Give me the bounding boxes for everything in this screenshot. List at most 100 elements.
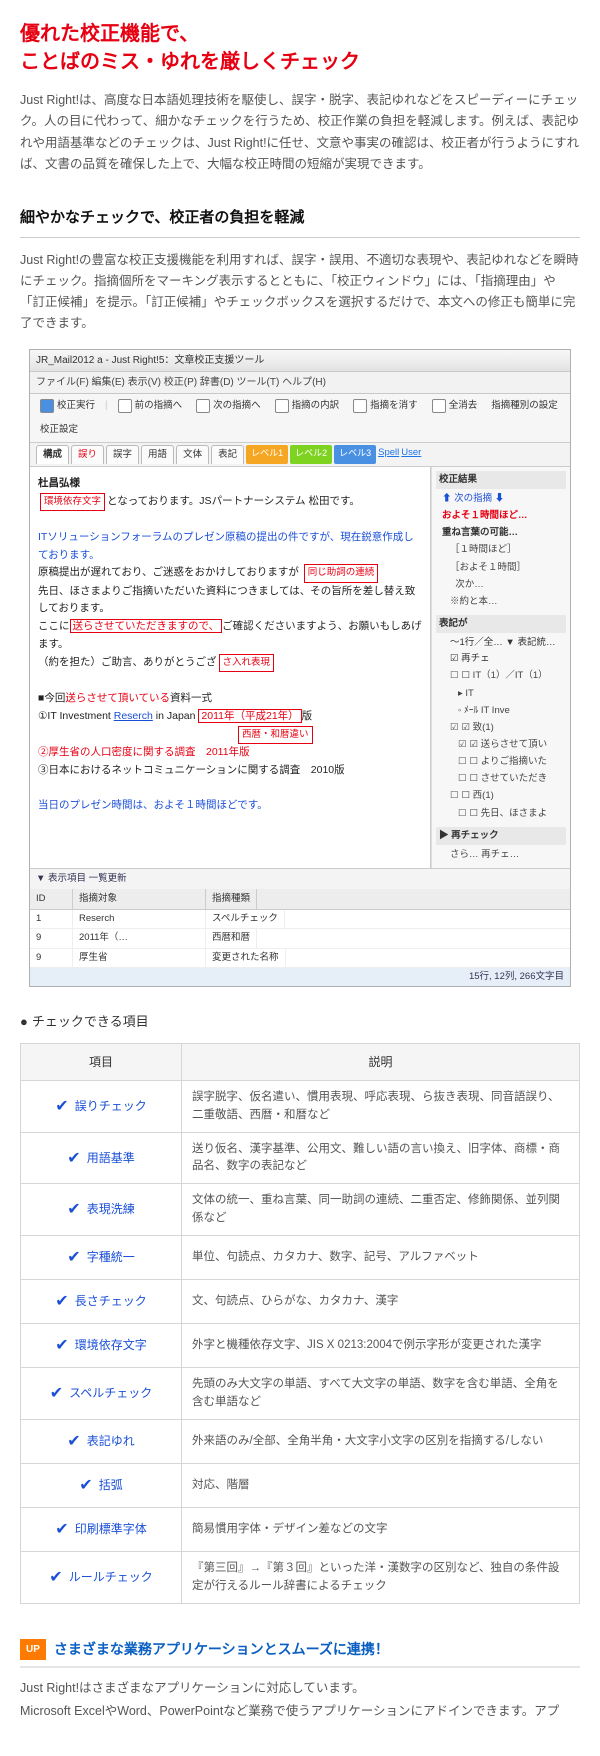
rank-button[interactable]: 指摘種別の設定 — [487, 397, 562, 415]
tab-typo[interactable]: 誤字 — [106, 445, 139, 464]
menu-bar[interactable]: ファイル(F) 編集(E) 表示(V) 校正(P) 辞書(D) ツール(T) ヘ… — [30, 372, 570, 394]
level3-badge[interactable]: レベル3 — [334, 445, 376, 464]
next-button[interactable]: 次の指摘へ — [192, 397, 265, 415]
table-row: ✔ 環境依存文字 外字と機種依存文字、JIS X 0213:2004で例示字形が変更… — [21, 1324, 580, 1368]
tab-error[interactable]: 誤り — [71, 445, 104, 464]
delete-all-button[interactable]: 全消去 — [428, 397, 482, 415]
table-row: ✔ 括弧 対応、階層 — [21, 1464, 580, 1508]
up-badge: UP — [20, 1639, 46, 1660]
doc-forum-line: ITソリューションフォーラムのプレゼン原稿の提出の件ですが、現在鋭意作成しており… — [38, 531, 414, 561]
status-bar: 15行, 12列, 266文字目 — [30, 968, 570, 986]
col-header-desc: 説明 — [182, 1043, 580, 1080]
col-header-item: 項目 — [21, 1043, 182, 1080]
check-icon: ✔ — [67, 1433, 80, 1450]
arrow-down-icon — [196, 399, 210, 413]
callout-same-particle: 同じ助詞の連続 — [304, 564, 379, 582]
item-label: ルールチェック — [69, 1570, 153, 1584]
item-label: 括弧 — [99, 1478, 123, 1492]
level2-badge[interactable]: レベル2 — [290, 445, 332, 464]
headline-line1: 優れた校正機能で、 — [20, 23, 199, 45]
item-desc: 文体の統一、重ね言葉、同一助詞の連続、二重否定、修飾関係、並列関係など — [182, 1184, 580, 1236]
callout-env: 環境依存文字 — [40, 493, 105, 511]
document-pane: 杜昌弘様 環境依存文字となっております。JSパートナーシステム 松田です。 IT… — [30, 467, 431, 868]
callout-era: 西暦・和暦違い — [238, 726, 313, 744]
section-heading-1: 細やかなチェックで、校正者の負担を軽減 — [20, 205, 580, 238]
side-nav[interactable]: ⬆ 次の指摘 ⬇ — [436, 491, 566, 508]
tab-structure[interactable]: 構成 — [36, 445, 69, 464]
item-label: 用語基準 — [87, 1150, 135, 1164]
item-desc: 文、句読点、ひらがな、カタカナ、漢字 — [182, 1280, 580, 1324]
item-desc: 外来語のみ/全部、全角半角・大文字小文字の区別を指摘する/しない — [182, 1419, 580, 1463]
item-label: 字種統一 — [87, 1250, 135, 1264]
detail-button[interactable]: 指摘の内訳 — [271, 397, 344, 415]
table-row: ✔表記ゆれ外来語のみ/全部、全角半角・大文字小文字の区別を指摘する/しない — [21, 1419, 580, 1463]
arrow-up-icon — [118, 399, 132, 413]
table-row: ✔ 表現洗練 文体の統一、重ね言葉、同一助詞の連続、二重否定、修飾関係、並列関係など — [21, 1184, 580, 1236]
level1-badge[interactable]: レベル1 — [246, 445, 288, 464]
headline-line2: ことばのミス・ゆれを厳しくチェック — [20, 51, 360, 73]
item-desc: 送り仮名、漢字基準、公用文、難しい語の言い換え、旧字体、商標・商品名、数字の表記… — [182, 1132, 580, 1184]
tab-bar: 構成 誤り 誤字 用語 文体 表記 レベル1 レベル2 レベル3 Spell U… — [30, 443, 570, 467]
table-row[interactable]: 92011年（…西暦和暦 — [30, 929, 570, 948]
trash-all-icon — [432, 399, 446, 413]
check-icon: ✔ — [67, 1249, 80, 1266]
item-label: スペルチェック — [69, 1386, 152, 1400]
grid-header: ID 指摘対象 指摘種類 — [30, 889, 570, 910]
delete-button[interactable]: 指摘を消す — [349, 397, 422, 415]
table-row: ✔ 誤りチェック 誤字脱字、仮名遣い、慣用表現、呼応表現、ら抜き表現、同音語誤り、二… — [21, 1081, 580, 1133]
check-icon: ✔ — [49, 1569, 62, 1586]
features-table: 項目 説明 ✔ 誤りチェック 誤字脱字、仮名遣い、慣用表現、呼応表現、ら抜き表現、同… — [20, 1043, 580, 1604]
tab-notation[interactable]: 表記 — [211, 445, 244, 464]
item-label: 印刷標準字体 — [75, 1522, 147, 1536]
check-icon: ✔ — [79, 1477, 92, 1494]
section2-p1: Just Right!はさまざまなアプリケーションに対応しています。 — [20, 1678, 580, 1699]
check-icon — [40, 399, 54, 413]
table-row: ✔ 字種統一 単位、句読点、カタカナ、数字、記号、アルファベット — [21, 1235, 580, 1279]
doc-greeting: 杜昌弘様 — [38, 477, 80, 489]
section2-p2: Microsoft ExcelやWord、PowerPointなど業務で使うアプ… — [20, 1701, 580, 1722]
callout-sa-ire: さ入れ表現 — [219, 654, 275, 672]
side-panel: 校正結果 ⬆ 次の指摘 ⬇ およそ１時間ほど… 重ね言葉の可能… ［１時間ほど］… — [431, 467, 570, 868]
check-icon: ✔ — [55, 1521, 68, 1538]
trash-icon — [353, 399, 367, 413]
check-icon: ✔ — [67, 1150, 80, 1167]
table-row: ✔スペルチェック先頭のみ大文字の単語、すべて大文字の単語、数字を含む単語、全角を… — [21, 1368, 580, 1420]
spell-link[interactable]: Spell — [378, 445, 399, 464]
list-icon — [275, 399, 289, 413]
item-desc: 対応、階層 — [182, 1464, 580, 1508]
table-row: ✔ 長さチェック 文、句読点、ひらがな、カタカナ、漢字 — [21, 1280, 580, 1324]
tab-style[interactable]: 文体 — [176, 445, 209, 464]
bottom-grid: ▼ 表示項目 一覧更新 ID 指摘対象 指摘種類 1Reserchスペルチェック… — [30, 868, 570, 968]
settings-button[interactable]: 校正設定 — [36, 421, 82, 439]
item-label: 環境依存文字 — [75, 1338, 147, 1352]
check-icon: ✔ — [67, 1201, 80, 1218]
item-desc: 外字と機種依存文字、JIS X 0213:2004で例示字形が変更された漢字 — [182, 1324, 580, 1368]
side-heading: 校正結果 — [436, 471, 566, 489]
table-row: ✔ ルールチェック 『第三回』→『第３回』といった洋・漢数字の区別など、独自の条件設… — [21, 1552, 580, 1604]
item-desc: 簡易慣用字体・デザイン差などの文字 — [182, 1508, 580, 1552]
item-label: 表現洗練 — [87, 1202, 135, 1216]
toolbar: 校正実行 | 前の指摘へ 次の指摘へ 指摘の内訳 指摘を消す 全消去 指摘種別の… — [30, 394, 570, 443]
check-icon: ✔ — [55, 1293, 68, 1310]
table-row: ✔ 用語基準 送り仮名、漢字基準、公用文、難しい語の言い換え、旧字体、商標・商品名、… — [21, 1132, 580, 1184]
grid-toolbar[interactable]: ▼ 表示項目 一覧更新 — [30, 869, 570, 889]
tab-term[interactable]: 用語 — [141, 445, 174, 464]
item-desc: 誤字脱字、仮名遣い、慣用表現、呼応表現、ら抜き表現、同音語誤り、二重敬語、西暦・… — [182, 1081, 580, 1133]
app-screenshot: JR_Mail2012 a - Just Right!5：文章校正支援ツール フ… — [29, 349, 571, 987]
section-paragraph-1: Just Right!の豊富な校正支援機能を利用すれば、誤字・誤用、不適切な表現… — [20, 250, 580, 335]
section2-title: さまざまな業務アプリケーションとスムーズに連携！ — [54, 1638, 389, 1662]
table-row: ✔ 印刷標準字体 簡易慣用字体・デザイン差などの文字 — [21, 1508, 580, 1552]
user-link[interactable]: User — [401, 445, 421, 464]
item-desc: 単位、句読点、カタカナ、数字、記号、アルファベット — [182, 1235, 580, 1279]
item-label: 長さチェック — [75, 1294, 147, 1308]
check-icon: ✔ — [55, 1337, 68, 1354]
table-row[interactable]: 9厚生省変更された名称 — [30, 949, 570, 968]
item-desc: 『第三回』→『第３回』といった洋・漢数字の区別など、独自の条件設定が行えるルール… — [182, 1552, 580, 1604]
item-label: 誤りチェック — [75, 1099, 147, 1113]
prev-button[interactable]: 前の指摘へ — [114, 397, 187, 415]
table-row[interactable]: 1Reserchスペルチェック — [30, 910, 570, 929]
check-icon: ✔ — [55, 1098, 68, 1115]
item-desc: 先頭のみ大文字の単語、すべて大文字の単語、数字を含む単語、全角を含む単語など — [182, 1368, 580, 1420]
run-button[interactable]: 校正実行 — [36, 397, 99, 415]
check-items-title: チェックできる項目 — [20, 1011, 580, 1033]
